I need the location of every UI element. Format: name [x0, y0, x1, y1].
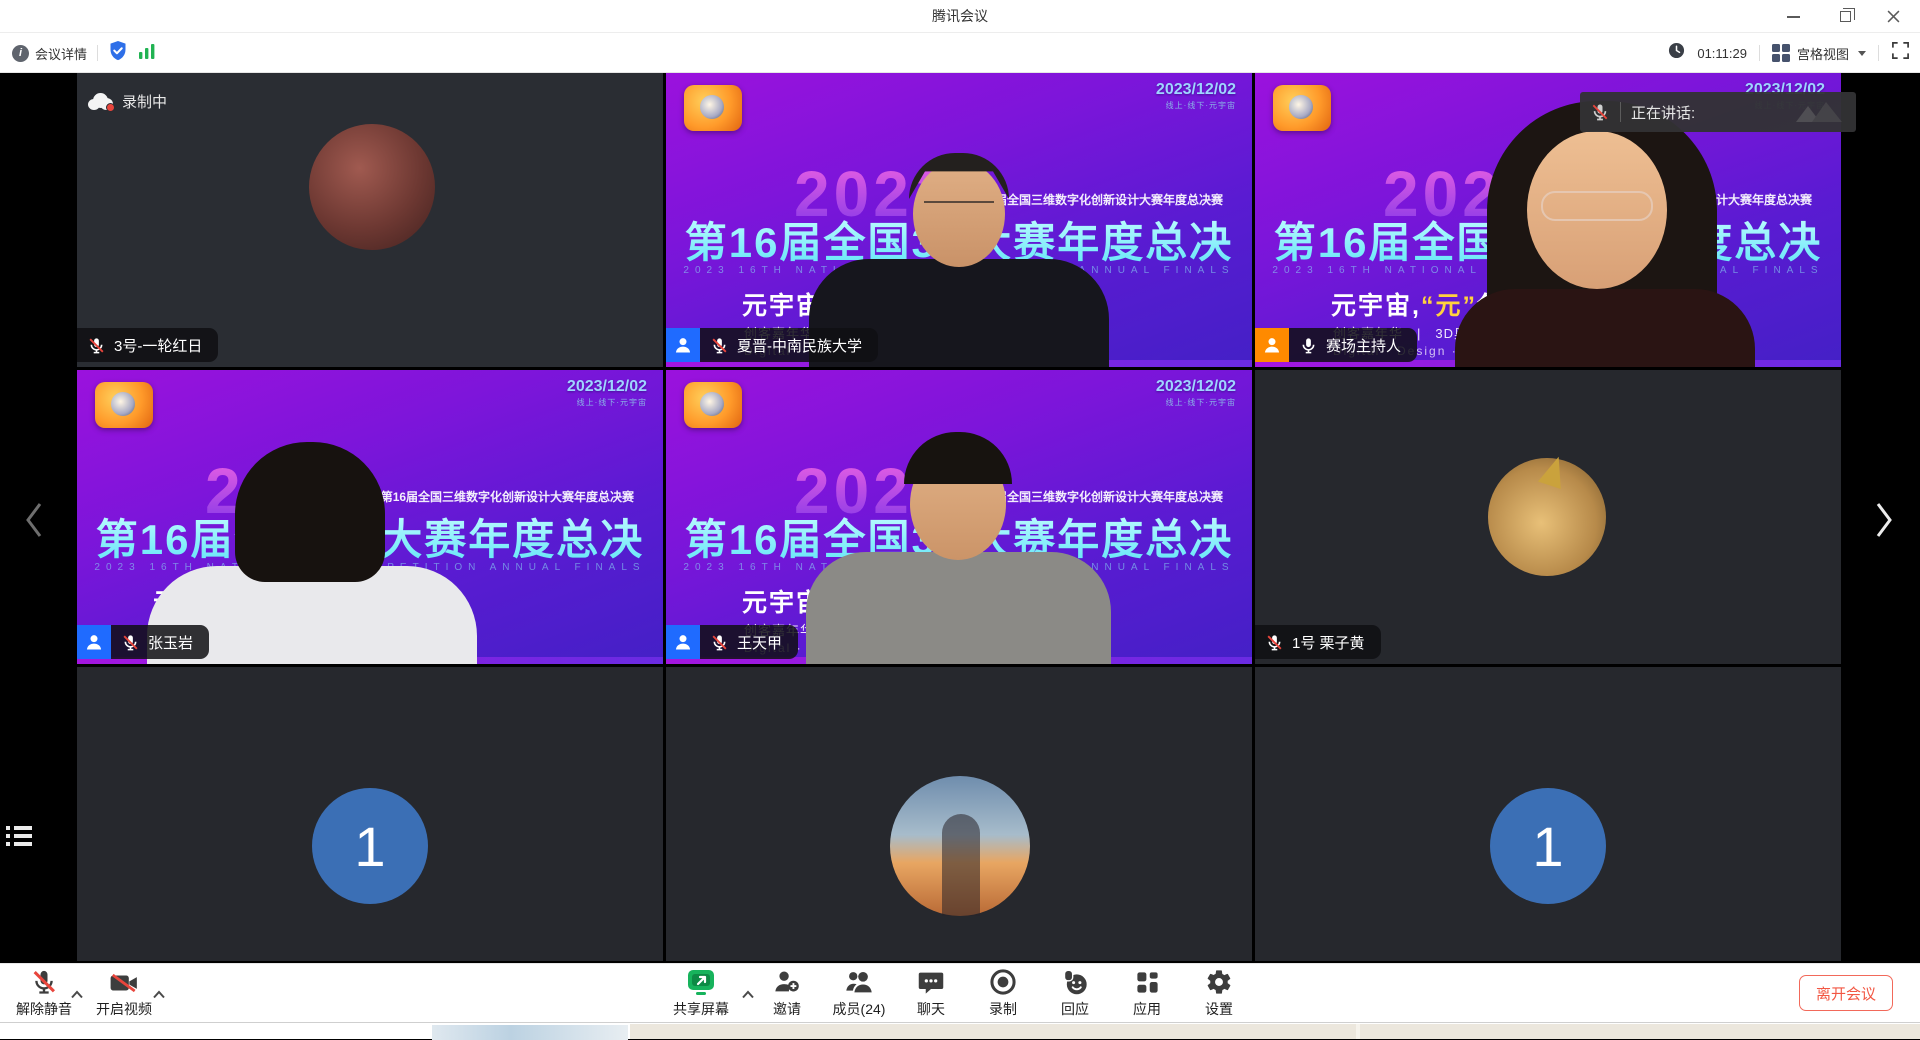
muted-mic-icon	[1265, 633, 1284, 652]
video-tile[interactable]: 2023/12/02线上·线下·元宇宙 2023 2023第16届全国三维数字化…	[77, 370, 663, 664]
participant-nametag: 1号 栗子黄	[1255, 625, 1381, 659]
muted-mic-icon	[710, 633, 729, 652]
host-badge-icon	[1255, 328, 1289, 362]
meeting-controls-bar: 解除静音 开启视频 共享屏幕 邀请	[0, 963, 1920, 1022]
speaking-label: 正在讲话:	[1631, 102, 1695, 123]
participant-silhouette	[666, 370, 1252, 664]
member-badge-icon	[666, 625, 700, 659]
divider	[1759, 45, 1760, 61]
gear-icon	[1205, 968, 1233, 996]
mic-icon	[1299, 336, 1318, 355]
leave-meeting-button[interactable]: 离开会议	[1799, 975, 1893, 1011]
cloud-record-icon	[88, 93, 114, 110]
chevron-down-icon	[1858, 51, 1866, 56]
participant-nametag: 夏晋-中南民族大学	[666, 328, 878, 362]
participant-name: 王天甲	[737, 632, 782, 653]
share-options-chevron[interactable]	[741, 986, 755, 1004]
participant-nametag: 张玉岩	[77, 625, 209, 659]
list-panel-icon[interactable]	[6, 826, 36, 852]
chat-bubble-icon	[917, 968, 945, 996]
members-button[interactable]: 成员(24)	[830, 968, 888, 1020]
video-tile[interactable]: 2023/12/02线上·线下·元宇宙 2023 2023第16届全国三维数字化…	[666, 73, 1252, 367]
fullscreen-button[interactable]	[1891, 41, 1910, 65]
participant-nametag: 3号-一轮红日	[77, 328, 218, 362]
grid-view-icon	[1772, 44, 1790, 62]
participant-silhouette	[77, 370, 663, 664]
participant-name: 张玉岩	[148, 632, 193, 653]
reactions-button[interactable]: 回应	[1046, 968, 1104, 1020]
participant-name: 1号 栗子黄	[1292, 632, 1365, 653]
participant-nametag: 王天甲	[666, 625, 798, 659]
meeting-details-button[interactable]: i 会议详情	[12, 44, 87, 63]
record-button[interactable]: 录制	[974, 968, 1032, 1020]
apps-button[interactable]: 应用	[1118, 968, 1176, 1020]
invite-person-icon	[773, 968, 801, 996]
participant-name: 夏晋-中南民族大学	[737, 335, 862, 356]
start-video-button[interactable]: 开启视频	[88, 968, 160, 1020]
next-page-arrow[interactable]	[1864, 498, 1904, 542]
divider	[1878, 45, 1879, 61]
member-badge-icon	[666, 328, 700, 362]
share-screen-button[interactable]: 共享屏幕	[672, 968, 730, 1020]
watermark-logo-icon	[1788, 98, 1848, 126]
video-tile[interactable]: 2023/12/02线上·线下·元宇宙 2023 2023第16届全国三维数字化…	[666, 370, 1252, 664]
meeting-timer: 01:11:29	[1697, 46, 1747, 61]
minimize-button[interactable]	[1770, 0, 1816, 33]
mic-options-chevron[interactable]	[70, 986, 84, 1004]
video-tile[interactable]	[666, 667, 1252, 961]
share-screen-icon	[686, 968, 716, 996]
background-window-sliver	[0, 1022, 1920, 1039]
participant-silhouette	[666, 73, 1252, 367]
video-tile[interactable]: 3号-一轮红日	[77, 73, 663, 367]
participant-name: 赛场主持人	[1326, 335, 1401, 356]
muted-mic-icon	[710, 336, 729, 355]
settings-button[interactable]: 设置	[1190, 968, 1248, 1020]
view-mode-dropdown[interactable]: 宫格视图	[1772, 44, 1866, 63]
muted-mic-icon	[30, 968, 58, 996]
participant-avatar: 1	[1490, 788, 1606, 904]
speaking-indicator-panel: 正在讲话:	[1580, 92, 1856, 132]
muted-mic-icon	[87, 336, 106, 355]
previous-page-arrow[interactable]	[14, 498, 54, 542]
muted-mic-icon	[121, 633, 140, 652]
camera-off-icon	[109, 968, 139, 996]
member-badge-icon	[77, 625, 111, 659]
close-button[interactable]	[1870, 0, 1916, 33]
reaction-hand-smiley-icon	[1061, 968, 1089, 996]
record-icon	[989, 968, 1017, 996]
muted-mic-icon	[1590, 102, 1610, 122]
participant-avatar	[1488, 458, 1606, 576]
network-signal-icon[interactable]	[138, 42, 156, 65]
recording-indicator[interactable]: 录制中	[88, 91, 167, 112]
info-icon: i	[12, 45, 29, 62]
meeting-toolbar: i 会议详情 01:11:29 宫格视图	[0, 33, 1920, 73]
video-tile[interactable]: 1号 栗子黄	[1255, 370, 1841, 664]
participant-avatar: 1	[312, 788, 428, 904]
clock-icon	[1668, 42, 1685, 64]
window-title: 腾讯会议	[0, 0, 1920, 33]
security-shield-icon[interactable]	[108, 40, 128, 67]
invite-button[interactable]: 邀请	[758, 968, 816, 1020]
participant-nametag: 赛场主持人	[1255, 328, 1417, 362]
chat-button[interactable]: 聊天	[902, 968, 960, 1020]
members-icon	[844, 968, 874, 996]
participant-avatar	[309, 124, 435, 250]
maximize-button[interactable]	[1822, 0, 1868, 33]
video-tile[interactable]: 1	[1255, 667, 1841, 961]
camera-options-chevron[interactable]	[152, 986, 166, 1004]
video-tile[interactable]: 1	[77, 667, 663, 961]
participant-name: 3号-一轮红日	[114, 335, 202, 356]
participant-avatar	[890, 776, 1030, 916]
window-titlebar: 腾讯会议	[0, 0, 1920, 33]
divider	[97, 45, 98, 61]
apps-grid-icon	[1134, 968, 1161, 996]
video-grid: 3号-一轮红日 录制中 2023/12/02线上·线下·元宇宙 2023 202…	[0, 73, 1920, 963]
background-thumbnail	[432, 1025, 628, 1040]
